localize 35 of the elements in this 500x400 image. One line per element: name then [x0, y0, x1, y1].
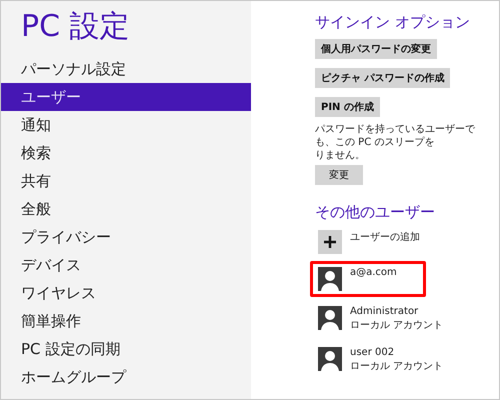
description-text: りません。	[315, 149, 366, 162]
sidebar-item[interactable]: 共有	[1, 167, 251, 195]
sidebar-item[interactable]: ホームグループ	[1, 363, 251, 391]
user-name: Administrator	[350, 306, 420, 317]
add-user-label: ユーザーの追加	[350, 230, 420, 244]
user-avatar-icon	[318, 267, 342, 291]
account-type: ローカル アカウント	[350, 319, 444, 332]
settings-button[interactable]: ピクチャ パスワードの作成	[315, 68, 450, 88]
sidebar-item[interactable]: 検索	[1, 139, 251, 167]
sidebar-item[interactable]: パーソナル設定	[1, 55, 251, 83]
change-button[interactable]: 変更	[315, 165, 363, 185]
user-avatar-icon	[318, 306, 342, 330]
user-name: a@a.com	[350, 267, 397, 278]
sidebar-item[interactable]: デバイス	[1, 251, 251, 279]
sidebar-item[interactable]: 簡単操作	[1, 307, 251, 335]
sidebar-item[interactable]: 全般	[1, 195, 251, 223]
sidebar-item[interactable]: ユーザー	[1, 83, 251, 111]
highlighted-user-item[interactable]: a@a.com	[310, 261, 426, 297]
plus-icon	[323, 235, 337, 249]
user-item[interactable]: Administrator ローカル アカウント	[310, 300, 452, 338]
section-heading: その他のユーザー	[315, 203, 436, 222]
user-name: user 002	[350, 347, 396, 358]
page-title: PC 設定	[20, 8, 131, 46]
settings-button[interactable]: PIN の作成	[315, 97, 380, 117]
user-avatar-icon	[318, 347, 342, 371]
sidebar-item[interactable]: 通知	[1, 111, 251, 139]
section-heading: サインイン オプション	[315, 13, 471, 32]
sidebar-item[interactable]: PC 設定の同期	[1, 335, 251, 363]
account-type: ローカル アカウント	[350, 360, 444, 373]
settings-button[interactable]: 個人用パスワードの変更	[315, 39, 437, 59]
sidebar-item[interactable]: ワイヤレス	[1, 279, 251, 307]
add-user-button[interactable]	[318, 230, 342, 254]
sidebar-item[interactable]: プライバシー	[1, 223, 251, 251]
description-text: パスワードを持っているユーザーでも、この PC のスリープを	[315, 123, 476, 149]
user-item[interactable]: user 002 ローカル アカウント	[310, 341, 452, 379]
